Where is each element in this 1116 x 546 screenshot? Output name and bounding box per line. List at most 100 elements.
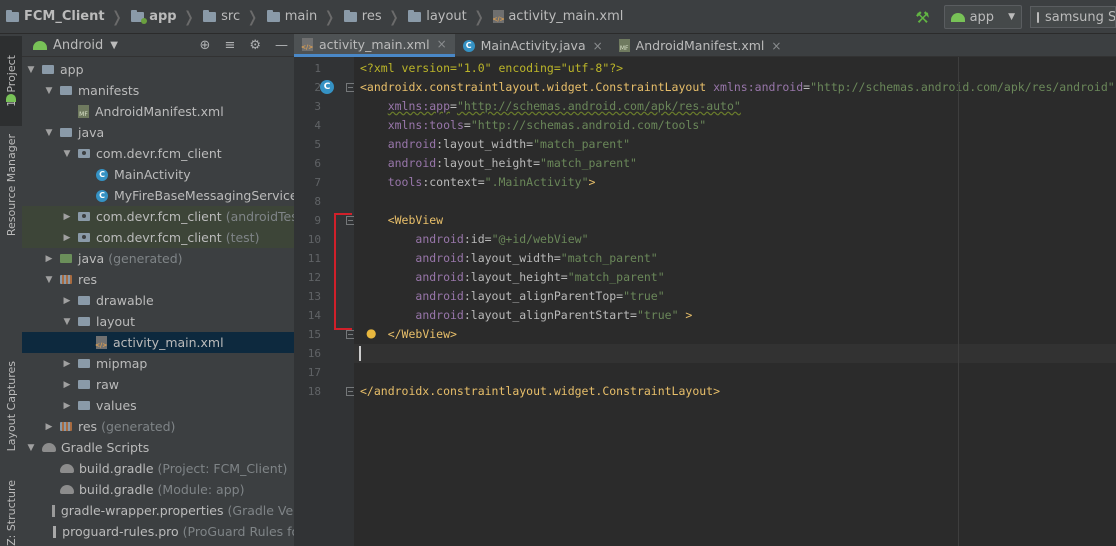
project-tool-tab[interactable]: 1: Project: [0, 36, 22, 126]
tree-item[interactable]: gradle-wrapper.properties(Gradle Versio: [22, 500, 294, 521]
breadcrumb-item[interactable]: FCM_Client ❭: [0, 0, 125, 34]
expand-arrow-icon[interactable]: ▼: [62, 149, 72, 159]
device-dropdown[interactable]: samsung SM: [1030, 6, 1116, 28]
target-locate-icon[interactable]: ⊕: [200, 38, 211, 53]
close-icon[interactable]: ×: [437, 37, 447, 51]
line-number: 13: [307, 290, 321, 303]
tree-item-label: Gradle Scripts: [61, 440, 150, 455]
tree-item[interactable]: C MainActivity: [22, 164, 294, 185]
tree-item[interactable]: ▼ layout: [22, 311, 294, 332]
tree-item-label: gradle-wrapper.properties: [60, 503, 224, 518]
folder-icon: [60, 86, 72, 95]
expand-arrow-icon[interactable]: ▼: [62, 317, 72, 327]
tree-item[interactable]: ▶ com.devr.fcm_client (test): [22, 227, 294, 248]
tree-item[interactable]: ▶ values: [22, 395, 294, 416]
expand-arrow-icon[interactable]: ▼: [26, 443, 36, 453]
tree-item[interactable]: proguard-rules.pro(ProGuard Rules for a: [22, 521, 294, 542]
close-icon[interactable]: ×: [771, 39, 781, 53]
code-line[interactable]: android:layout_height="match_parent": [360, 154, 637, 173]
hammer-build-icon[interactable]: ⚒: [915, 8, 929, 27]
breadcrumb-item[interactable]: main ❭: [261, 0, 338, 34]
collapse-arrow-icon[interactable]: ▶: [62, 380, 72, 390]
code-token: "http://schemas.android.com/tools": [470, 118, 707, 132]
tree-item[interactable]: ▶ java (generated): [22, 248, 294, 269]
collapse-arrow-icon[interactable]: ▶: [62, 296, 72, 306]
tree-item[interactable]: ▼ Gradle Scripts: [22, 437, 294, 458]
code-line[interactable]: </androidx.constraintlayout.widget.Const…: [360, 382, 720, 401]
code-line[interactable]: <androidx.constraintlayout.widget.Constr…: [360, 78, 1115, 97]
tree-item[interactable]: activity_main.xml: [22, 332, 294, 353]
code-line[interactable]: xmlns:tools="http://schemas.android.com/…: [360, 116, 707, 135]
project-view-selector[interactable]: Android: [53, 38, 103, 53]
hide-icon[interactable]: —: [275, 38, 288, 53]
code-line[interactable]: android:layout_alignParentTop="true": [360, 287, 664, 306]
properties-file-icon: [52, 504, 55, 517]
code-line[interactable]: android:layout_alignParentStart="true" >: [360, 306, 692, 325]
structure-tool-tab[interactable]: Z: Structure: [0, 479, 22, 546]
code-line[interactable]: xmlns:app="http://schemas.android.com/ap…: [360, 97, 741, 116]
tree-item[interactable]: build.gradle (Project: FCM_Client): [22, 458, 294, 479]
code-token: :layout_alignParentStart=: [463, 308, 637, 322]
tree-item[interactable]: build.gradle (Module: app): [22, 479, 294, 500]
expand-arrow-icon[interactable]: ▼: [44, 275, 54, 285]
code-editor[interactable]: <?xml version="1.0" encoding="utf-8"?> <a…: [354, 57, 1116, 546]
tree-item[interactable]: ▼ manifests: [22, 80, 294, 101]
generated-folder-icon: [60, 254, 72, 263]
breadcrumb-item[interactable]: app ❭: [125, 0, 197, 34]
tree-item[interactable]: MF AndroidManifest.xml: [22, 101, 294, 122]
tree-item[interactable]: ▼ com.devr.fcm_client: [22, 143, 294, 164]
collapse-arrow-icon[interactable]: ▶: [62, 359, 72, 369]
breadcrumb-item[interactable]: activity_main.xml: [487, 0, 625, 34]
resource-manager-tool-tab[interactable]: Resource Manager: [0, 126, 22, 244]
code-line[interactable]: android:layout_width="match_parent": [360, 135, 630, 154]
chevron-down-icon[interactable]: ▼: [110, 40, 118, 51]
tree-item-label: app: [60, 62, 84, 77]
expand-arrow-icon[interactable]: ▼: [44, 86, 54, 96]
editor-tab[interactable]: MF AndroidManifest.xml ×: [611, 34, 790, 57]
code-token: android: [415, 270, 464, 284]
expand-arrow-icon[interactable]: ▼: [44, 128, 54, 138]
code-token: =: [463, 118, 471, 132]
collapse-all-icon[interactable]: ≡: [224, 38, 235, 53]
collapse-arrow-icon[interactable]: ▶: [62, 401, 72, 411]
class-reference-icon[interactable]: C: [320, 80, 334, 94]
folder-icon: [6, 9, 19, 22]
code-line[interactable]: <WebView: [360, 211, 443, 230]
line-number: 15: [307, 328, 321, 341]
device-label: samsung SM: [1045, 9, 1116, 25]
tree-item[interactable]: ▶ drawable: [22, 290, 294, 311]
res-folder-icon: [343, 9, 357, 22]
collapse-arrow-icon[interactable]: ▶: [44, 422, 54, 432]
tree-item[interactable]: ▶ raw: [22, 374, 294, 395]
run-configuration-dropdown[interactable]: app ▼: [943, 5, 1022, 29]
lightbulb-icon[interactable]: ●: [366, 326, 376, 340]
tree-item[interactable]: ▼ java: [22, 122, 294, 143]
res-folder-icon: [60, 422, 72, 431]
code-line[interactable]: tools:context=".MainActivity">: [360, 173, 596, 192]
code-line[interactable]: android:id="@+id/webView": [360, 230, 588, 249]
breadcrumb-item[interactable]: res ❭: [338, 0, 402, 34]
code-token: xmlns:tools: [387, 118, 464, 132]
breadcrumb-item[interactable]: layout ❭: [402, 0, 487, 34]
tree-item[interactable]: ▶ res (generated): [22, 416, 294, 437]
editor-tab[interactable]: C MainActivity.java ×: [455, 34, 611, 57]
code-line[interactable]: android:layout_height="match_parent": [360, 268, 664, 287]
collapse-arrow-icon[interactable]: ▶: [62, 233, 72, 243]
expand-arrow-icon[interactable]: ▼: [26, 65, 36, 75]
phone-icon: [1037, 11, 1039, 23]
layout-captures-tool-tab[interactable]: Layout Captures: [0, 356, 22, 456]
code-line[interactable]: android:layout_width="match_parent": [360, 249, 657, 268]
tree-item[interactable]: ▶ com.devr.fcm_client(androidTest): [22, 206, 294, 227]
collapse-arrow-icon[interactable]: ▶: [62, 212, 72, 222]
breadcrumb-item[interactable]: src ❭: [197, 0, 261, 34]
collapse-arrow-icon[interactable]: ▶: [44, 254, 54, 264]
tree-item[interactable]: ▼ app: [22, 59, 294, 80]
tree-item[interactable]: ▼ res: [22, 269, 294, 290]
tree-item[interactable]: ▶ mipmap: [22, 353, 294, 374]
gear-icon[interactable]: ⚙: [249, 38, 261, 53]
chevron-right-icon: ❭: [182, 7, 196, 26]
code-line[interactable]: <?xml version="1.0" encoding="utf-8"?>: [360, 59, 623, 78]
tree-item[interactable]: C MyFireBaseMessagingService: [22, 185, 294, 206]
editor-tab[interactable]: activity_main.xml ×: [294, 34, 455, 57]
close-icon[interactable]: ×: [593, 39, 603, 53]
